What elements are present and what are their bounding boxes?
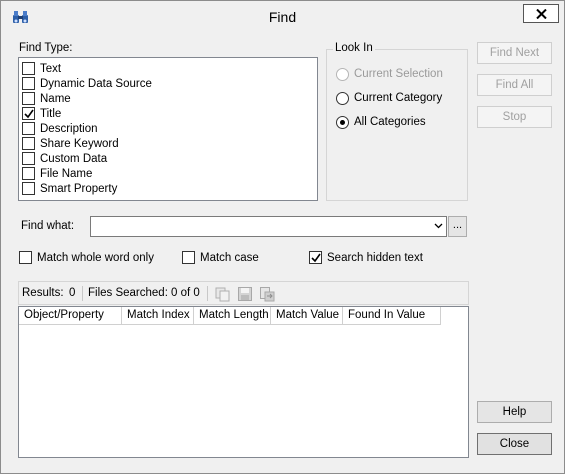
radio-button-selected[interactable] [336, 115, 349, 129]
browse-button[interactable]: ... [448, 216, 467, 237]
search-hidden-text-label: Search hidden text [327, 251, 423, 264]
window-title: Find [268, 9, 297, 25]
look-in-label: Look In [333, 42, 375, 54]
find-type-item-label: Custom Data [40, 152, 108, 165]
find-type-item-label: Name [40, 92, 71, 105]
radio-label: All Categories [354, 116, 426, 128]
copy-icon[interactable] [215, 286, 231, 302]
search-hidden-text-option[interactable]: Search hidden text [309, 250, 423, 265]
help-button[interactable]: Help [477, 401, 552, 423]
save-icon[interactable] [237, 286, 253, 302]
checkbox[interactable] [22, 167, 35, 180]
find-type-item-label: Description [40, 122, 98, 135]
checkbox[interactable] [22, 137, 35, 150]
find-type-label: Find Type: [19, 42, 73, 54]
find-type-item-label: Dynamic Data Source [40, 77, 152, 90]
files-searched-label: Files Searched: [88, 287, 168, 299]
close-button[interactable]: Close [477, 433, 552, 455]
files-searched-value: 0 of 0 [171, 287, 200, 299]
export-icon[interactable] [259, 286, 275, 302]
checkbox[interactable] [182, 251, 195, 264]
stop-button[interactable]: Stop [477, 106, 552, 128]
close-window-button[interactable] [523, 4, 559, 23]
radio-button[interactable] [336, 67, 349, 81]
find-type-item-text[interactable]: Text [22, 61, 61, 76]
checkbox[interactable] [22, 152, 35, 165]
results-count: 0 [69, 287, 76, 299]
find-type-item-dynamic-data-source[interactable]: Dynamic Data Source [22, 76, 152, 91]
radio-label: Current Category [354, 92, 443, 104]
find-what-combobox[interactable] [90, 216, 447, 237]
find-type-item-label: Smart Property [40, 182, 118, 195]
find-type-item-name[interactable]: Name [22, 91, 71, 106]
checkbox-checked[interactable] [22, 107, 35, 120]
find-what-label: Find what: [21, 220, 75, 232]
results-grid[interactable]: Object/Property Match Index Match Length… [18, 306, 469, 458]
radio-label: Current Selection [354, 68, 443, 80]
radio-current-selection[interactable]: Current Selection [336, 66, 443, 82]
chevron-down-icon[interactable] [434, 223, 443, 229]
find-all-button[interactable]: Find All [477, 74, 552, 96]
toolbar-separator [82, 286, 83, 301]
results-label: Results: [22, 287, 64, 299]
results-toolbar: Results: 0 Files Searched: 0 of 0 [18, 281, 469, 305]
checkbox[interactable] [19, 251, 32, 264]
checkbox[interactable] [22, 182, 35, 195]
find-type-item-label: Share Keyword [40, 137, 119, 150]
radio-current-category[interactable]: Current Category [336, 90, 442, 106]
radio-dot-icon [340, 119, 345, 125]
match-case-label: Match case [200, 251, 259, 264]
find-type-item-file-name[interactable]: File Name [22, 166, 92, 181]
column-header-object-property[interactable]: Object/Property [19, 307, 122, 325]
column-header-match-value[interactable]: Match Value [271, 307, 343, 325]
title-bar: Find [1, 1, 564, 32]
match-case-option[interactable]: Match case [182, 250, 259, 265]
column-header-match-length[interactable]: Match Length [194, 307, 271, 325]
find-type-item-title[interactable]: Title [22, 106, 61, 121]
checkbox-checked[interactable] [309, 251, 322, 264]
close-icon [536, 9, 547, 19]
radio-button[interactable] [336, 91, 349, 105]
match-whole-word-option[interactable]: Match whole word only [19, 250, 154, 265]
find-type-item-smart-property[interactable]: Smart Property [22, 181, 117, 196]
checkbox[interactable] [22, 77, 35, 90]
checkbox[interactable] [22, 62, 35, 75]
find-type-item-description[interactable]: Description [22, 121, 98, 136]
find-type-item-label: Text [40, 62, 62, 75]
match-whole-word-label: Match whole word only [37, 251, 154, 264]
column-header-found-in-value[interactable]: Found In Value [343, 307, 441, 325]
find-type-list[interactable]: Text Dynamic Data Source Name Title Desc… [18, 57, 318, 201]
checkmark-icon [24, 109, 34, 119]
checkbox[interactable] [22, 92, 35, 105]
column-header-match-index[interactable]: Match Index [122, 307, 194, 325]
radio-all-categories[interactable]: All Categories [336, 114, 426, 130]
find-type-item-label: File Name [40, 167, 93, 180]
grid-header: Object/Property Match Index Match Length… [19, 307, 441, 325]
find-type-item-label: Title [40, 107, 62, 120]
toolbar-separator [207, 286, 208, 301]
checkmark-icon [311, 253, 321, 263]
find-next-button[interactable]: Find Next [477, 42, 552, 64]
find-type-item-custom-data[interactable]: Custom Data [22, 151, 107, 166]
find-dialog: Find Find Type: Text Dynamic Data Source… [0, 0, 565, 474]
find-type-item-share-keyword[interactable]: Share Keyword [22, 136, 119, 151]
checkbox[interactable] [22, 122, 35, 135]
